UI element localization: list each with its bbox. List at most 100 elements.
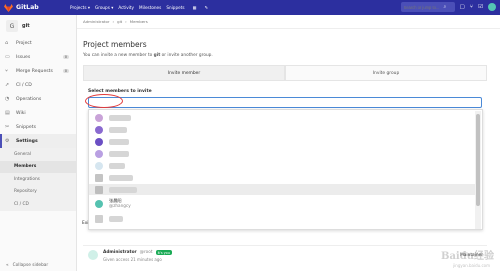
its-you-badge: It's you — [155, 250, 172, 255]
select-members-label: Select members to invite — [88, 89, 152, 94]
sidebar-item-label: Project — [16, 40, 32, 46]
avatar — [95, 173, 103, 182]
breadcrumb-item[interactable]: git — [117, 19, 122, 24]
sidebar-item-label: Issues — [16, 54, 31, 60]
gitlab-brand[interactable]: GitLab — [0, 3, 60, 12]
blurred-name — [109, 162, 125, 169]
nav-snippets[interactable]: Snippets — [166, 5, 184, 10]
gitlab-logo-icon — [4, 3, 13, 12]
list-item[interactable] — [89, 213, 475, 224]
search-input[interactable] — [403, 4, 444, 10]
list-item[interactable] — [89, 136, 475, 147]
sidebar-subitem-general[interactable]: General — [0, 148, 76, 161]
sidebar-subitem-repository[interactable]: Repository — [0, 185, 76, 198]
project-avatar: G — [6, 20, 18, 32]
divider — [83, 245, 487, 246]
top-navbar: GitLab Projects ▾ Groups ▾ Activity Mile… — [0, 0, 500, 15]
nav-activity[interactable]: Activity — [118, 5, 134, 10]
breadcrumb: Administrator › git › Members — [83, 19, 148, 24]
avatar — [95, 161, 103, 170]
nav-groups[interactable]: Groups ▾ — [95, 5, 113, 10]
sidebar: G git ⌂ Project ▭ Issues 0 ⑂ Merge Reque… — [0, 15, 77, 271]
collapse-sidebar-label: Collapse sidebar — [12, 263, 49, 268]
sidebar-item-project[interactable]: ⌂ Project — [0, 36, 76, 50]
nav-milestones[interactable]: Milestones — [139, 5, 161, 10]
list-item[interactable]: 张晨阳 @zhangcy — [89, 197, 475, 210]
sidebar-item-label: Settings — [16, 138, 38, 144]
member-name[interactable]: Administrator — [103, 250, 137, 255]
list-item[interactable] — [89, 160, 475, 171]
sidebar-item-snippets[interactable]: ✂ Snippets — [0, 120, 76, 134]
page-subtitle: You can invite a new member to git or in… — [83, 53, 213, 58]
scrollbar-thumb[interactable] — [476, 114, 480, 206]
tab-invite-group[interactable]: Invite group — [285, 65, 487, 80]
todo-icon[interactable]: ☑ — [478, 4, 483, 10]
blurred-name — [109, 215, 123, 222]
operations-icon: ◔ — [5, 96, 10, 102]
list-item[interactable] — [89, 184, 475, 195]
issues-icon: ▭ — [5, 54, 10, 60]
user-avatar[interactable] — [488, 3, 496, 11]
snippet-icon: ✂ — [5, 124, 10, 130]
members-dropdown: 张晨阳 @zhangcy — [88, 109, 483, 230]
issues-count: 0 — [62, 55, 69, 59]
invite-tabs: Invite member Invite group — [83, 65, 487, 81]
avatar — [95, 214, 103, 223]
divider — [77, 28, 500, 29]
sidebar-subitem-ci-cd[interactable]: CI / CD — [0, 198, 76, 211]
dropdown-scrollbar[interactable] — [475, 111, 481, 229]
sidebar-project-header[interactable]: G git — [0, 15, 76, 36]
merge-request-shortcut-icon[interactable]: ⑂ — [470, 4, 473, 10]
sidebar-item-label: Wiki — [16, 110, 26, 116]
book-icon: ▤ — [5, 110, 10, 116]
member-name-line: Administrator @root It's you — [103, 250, 172, 255]
search-icon: ⌕ — [443, 4, 447, 10]
collapse-sidebar-button[interactable]: « Collapse sidebar — [6, 263, 48, 268]
chevron-right-icon: › — [125, 19, 127, 24]
list-item[interactable] — [89, 172, 475, 183]
search-box[interactable]: ⌕ — [400, 2, 455, 12]
page-title: Project members — [83, 40, 147, 49]
avatar — [95, 137, 103, 146]
issues-shortcut-icon[interactable]: ▢ — [460, 4, 465, 10]
double-chevron-left-icon: « — [6, 263, 9, 268]
blurred-name — [109, 150, 129, 157]
merge-requests-count: 0 — [62, 69, 69, 73]
sidebar-item-wiki[interactable]: ▤ Wiki — [0, 106, 76, 120]
breadcrumb-item[interactable]: Members — [130, 19, 148, 24]
list-item[interactable] — [89, 124, 475, 135]
home-icon: ⌂ — [5, 40, 9, 46]
blurred-name — [109, 114, 131, 121]
sidebar-subitem-integrations[interactable]: Integrations — [0, 173, 76, 186]
wrench-icon[interactable]: ✎ — [205, 5, 209, 10]
nav-projects[interactable]: Projects ▾ — [70, 5, 90, 10]
breadcrumb-item[interactable]: Administrator — [83, 19, 110, 24]
brand-name: GitLab — [16, 4, 39, 11]
highlight-annotation — [85, 94, 123, 108]
list-item[interactable] — [89, 148, 475, 159]
subtitle-suffix: or invite another group. — [161, 53, 213, 58]
sidebar-item-ci-cd[interactable]: ➚ CI / CD — [0, 78, 76, 92]
watermark-logo: Baidu经验 — [441, 251, 494, 262]
sidebar-subitem-members[interactable]: Members — [0, 160, 76, 173]
rocket-icon: ➚ — [5, 82, 10, 88]
invite-members-input[interactable] — [88, 97, 482, 108]
existing-members-heading: Exi — [82, 221, 89, 226]
chevron-right-icon: › — [112, 19, 115, 24]
sidebar-item-issues[interactable]: ▭ Issues 0 — [0, 50, 76, 64]
list-item[interactable] — [89, 112, 475, 123]
merge-request-icon: ⑂ — [5, 68, 9, 74]
avatar — [95, 125, 103, 134]
sidebar-item-settings[interactable]: ⚙ Settings — [0, 134, 76, 148]
dropdown-user-handle: @zhangcy — [109, 202, 131, 208]
blurred-name — [109, 138, 129, 145]
sidebar-item-merge-requests[interactable]: ⑂ Merge Requests 0 — [0, 64, 76, 78]
avatar — [95, 149, 103, 158]
gear-icon: ⚙ — [5, 138, 10, 144]
admin-area-icon[interactable]: ▦ — [193, 5, 197, 10]
nav-right: ⌕ ▢ ⑂ ☑ — [400, 2, 496, 12]
sidebar-item-operations[interactable]: ◔ Operations — [0, 92, 76, 106]
member-info: Administrator @root It's you Given acces… — [103, 250, 172, 262]
blurred-name — [109, 174, 133, 181]
tab-invite-member[interactable]: Invite member — [83, 65, 285, 80]
